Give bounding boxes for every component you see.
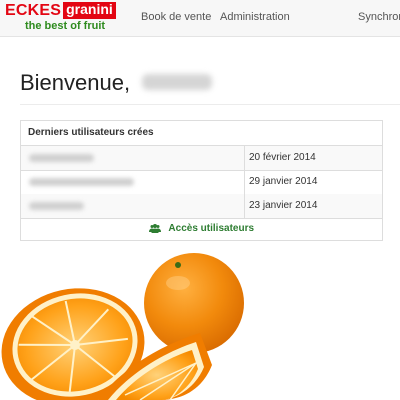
oranges-image xyxy=(1,253,244,400)
user-name-redacted xyxy=(142,74,213,91)
welcome-text: Bienvenue, xyxy=(20,70,131,95)
table-row: 29 janvier 2014 xyxy=(21,170,382,195)
table-row: 20 février 2014 xyxy=(21,146,382,171)
user-name-redacted xyxy=(29,202,84,210)
brand-wordmark: ECKES granini xyxy=(5,2,116,19)
users-icon xyxy=(148,223,161,233)
nav-link-administration[interactable]: Administration xyxy=(220,11,290,23)
brand-logo[interactable]: ECKES granini the best of fruit xyxy=(5,2,120,32)
user-name-redacted xyxy=(29,154,94,162)
nav-link-book-de-vente[interactable]: Book de vente xyxy=(141,11,211,23)
brand-word-eckes: ECKES xyxy=(5,2,62,19)
table-row: 23 janvier 2014 xyxy=(21,194,382,219)
brand-tagline: the best of fruit xyxy=(25,20,106,32)
title-divider xyxy=(20,104,400,105)
user-created-date: 20 février 2014 xyxy=(249,152,316,163)
brand-word-granini: granini xyxy=(63,2,116,19)
users-access-label: Accès utilisateurs xyxy=(168,223,255,234)
users-access-link[interactable]: Accès utilisateurs xyxy=(21,218,382,240)
page-title: Bienvenue, xyxy=(20,70,213,100)
user-name-cell xyxy=(21,194,245,218)
user-name-redacted xyxy=(29,178,134,186)
user-name-cell xyxy=(21,170,245,194)
user-name-cell xyxy=(21,146,245,170)
recent-users-heading: Derniers utilisateurs crées xyxy=(28,127,154,138)
user-created-date: 23 janvier 2014 xyxy=(249,200,318,211)
recent-users-panel: Derniers utilisateurs crées 20 février 2… xyxy=(20,120,383,241)
top-navbar: ECKES granini the best of fruit Book de v… xyxy=(0,0,400,37)
recent-users-panel-header: Derniers utilisateurs crées xyxy=(21,121,382,146)
user-created-date: 29 janvier 2014 xyxy=(249,176,318,187)
nav-link-synchronisation[interactable]: Synchron xyxy=(358,11,400,23)
